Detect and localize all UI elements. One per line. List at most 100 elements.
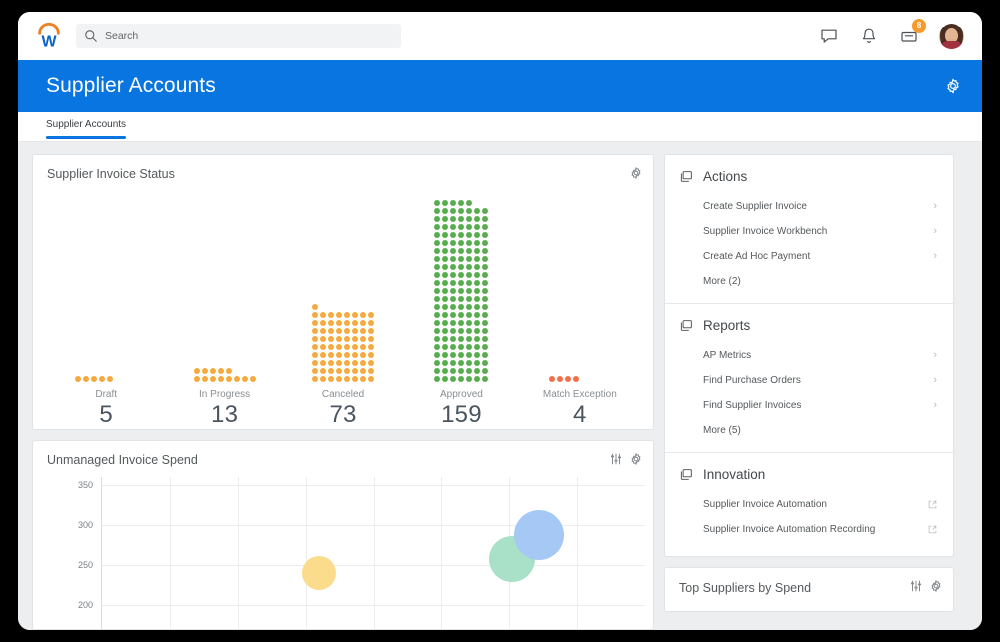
status-dot (549, 376, 555, 382)
status-dot (450, 280, 456, 286)
status-dot (466, 288, 472, 294)
status-dot (482, 232, 488, 238)
dot-matrix (75, 376, 137, 382)
status-dot (352, 312, 358, 318)
search-placeholder: Search (105, 31, 138, 42)
filter-sliders-icon[interactable] (609, 452, 623, 466)
status-dot (352, 368, 358, 374)
status-value: 73 (329, 401, 356, 429)
rail-item[interactable]: Supplier Invoice Automation (679, 492, 937, 517)
bell-icon[interactable] (859, 26, 879, 46)
gear-icon[interactable] (944, 77, 962, 95)
status-dot (226, 376, 232, 382)
status-dot (434, 304, 440, 310)
status-dot (312, 304, 318, 310)
chat-icon[interactable] (819, 26, 839, 46)
status-dot (442, 320, 448, 326)
status-dot (466, 280, 472, 286)
rail-item[interactable]: Find Purchase Orders› (679, 368, 937, 393)
workday-logo-icon[interactable]: W (34, 21, 64, 51)
rail-item[interactable]: Create Supplier Invoice› (679, 194, 937, 219)
status-value: 159 (441, 401, 482, 429)
filter-sliders-icon[interactable] (909, 579, 923, 593)
status-dot (482, 240, 488, 246)
status-column[interactable]: In Progress13 (165, 368, 283, 429)
rail-item[interactable]: Supplier Invoice Automation Recording (679, 517, 937, 542)
status-dot (434, 312, 440, 318)
rail-section: ReportsAP Metrics›Find Purchase Orders›F… (665, 303, 953, 452)
status-dot (474, 320, 480, 326)
avatar[interactable] (939, 24, 964, 49)
external-link-icon (928, 525, 937, 534)
status-dot (344, 376, 350, 382)
app-window: W Search (18, 12, 982, 630)
card-icon-group (609, 452, 643, 466)
status-dot (202, 376, 208, 382)
status-dot (344, 352, 350, 358)
status-dot (474, 328, 480, 334)
bubble-point[interactable] (514, 510, 564, 560)
rail-item[interactable]: Create Ad Hoc Payment› (679, 244, 937, 269)
status-dot (466, 240, 472, 246)
status-dot (466, 320, 472, 326)
gear-icon[interactable] (629, 452, 643, 466)
inbox-icon[interactable]: 8 (899, 26, 919, 46)
status-dot (474, 232, 480, 238)
status-dot (368, 328, 374, 334)
status-dot (482, 360, 488, 366)
status-dot (320, 312, 326, 318)
rail-section-header: Actions (679, 169, 937, 184)
gridline-vertical (577, 477, 578, 630)
status-dot (474, 240, 480, 246)
status-dot (434, 320, 440, 326)
status-dot (450, 368, 456, 374)
search-input[interactable]: Search (76, 24, 401, 48)
status-dot (344, 328, 350, 334)
status-dot (434, 248, 440, 254)
rail-more-link[interactable]: More (2) (679, 269, 937, 289)
rail-item[interactable]: Find Supplier Invoices› (679, 393, 937, 418)
dashboard-content: Supplier Invoice Status Draft5In Progres… (18, 142, 982, 630)
status-column[interactable]: Draft5 (47, 376, 165, 429)
search-icon (84, 29, 98, 43)
status-dot (368, 320, 374, 326)
status-dot (442, 344, 448, 350)
rail-more-link[interactable]: More (5) (679, 418, 937, 438)
status-dot (320, 360, 326, 366)
status-column[interactable]: Approved159 (402, 200, 520, 429)
status-dot (450, 224, 456, 230)
status-dot (442, 352, 448, 358)
invoice-status-dot-chart: Draft5In Progress13Canceled73Approved159… (33, 181, 653, 429)
status-dot (442, 256, 448, 262)
status-dot (344, 336, 350, 342)
status-dot (99, 376, 105, 382)
gear-icon[interactable] (629, 166, 643, 180)
status-dot (458, 248, 464, 254)
status-dot (194, 368, 200, 374)
page-header: Supplier Accounts (18, 60, 982, 112)
bubble-point[interactable] (302, 556, 336, 590)
status-dot (434, 264, 440, 270)
rail-item[interactable]: Supplier Invoice Workbench› (679, 219, 937, 244)
chevron-right-icon: › (933, 201, 937, 212)
status-dot (458, 344, 464, 350)
dot-matrix (312, 304, 374, 382)
chevron-right-icon: › (933, 251, 937, 262)
status-column[interactable]: Match Exception4 (521, 376, 639, 429)
status-dot (458, 320, 464, 326)
status-dot (320, 336, 326, 342)
inbox-badge-count: 8 (912, 19, 926, 33)
status-dot (442, 248, 448, 254)
status-dot (482, 208, 488, 214)
status-dot (482, 216, 488, 222)
status-dot (434, 352, 440, 358)
status-dot (450, 256, 456, 262)
status-dot (466, 232, 472, 238)
status-dot (466, 224, 472, 230)
status-dot (466, 336, 472, 342)
rail-item[interactable]: AP Metrics› (679, 343, 937, 368)
status-column[interactable]: Canceled73 (284, 304, 402, 429)
gear-icon[interactable] (929, 579, 943, 593)
status-dot (434, 360, 440, 366)
tab-supplier-accounts[interactable]: Supplier Accounts (46, 119, 126, 139)
